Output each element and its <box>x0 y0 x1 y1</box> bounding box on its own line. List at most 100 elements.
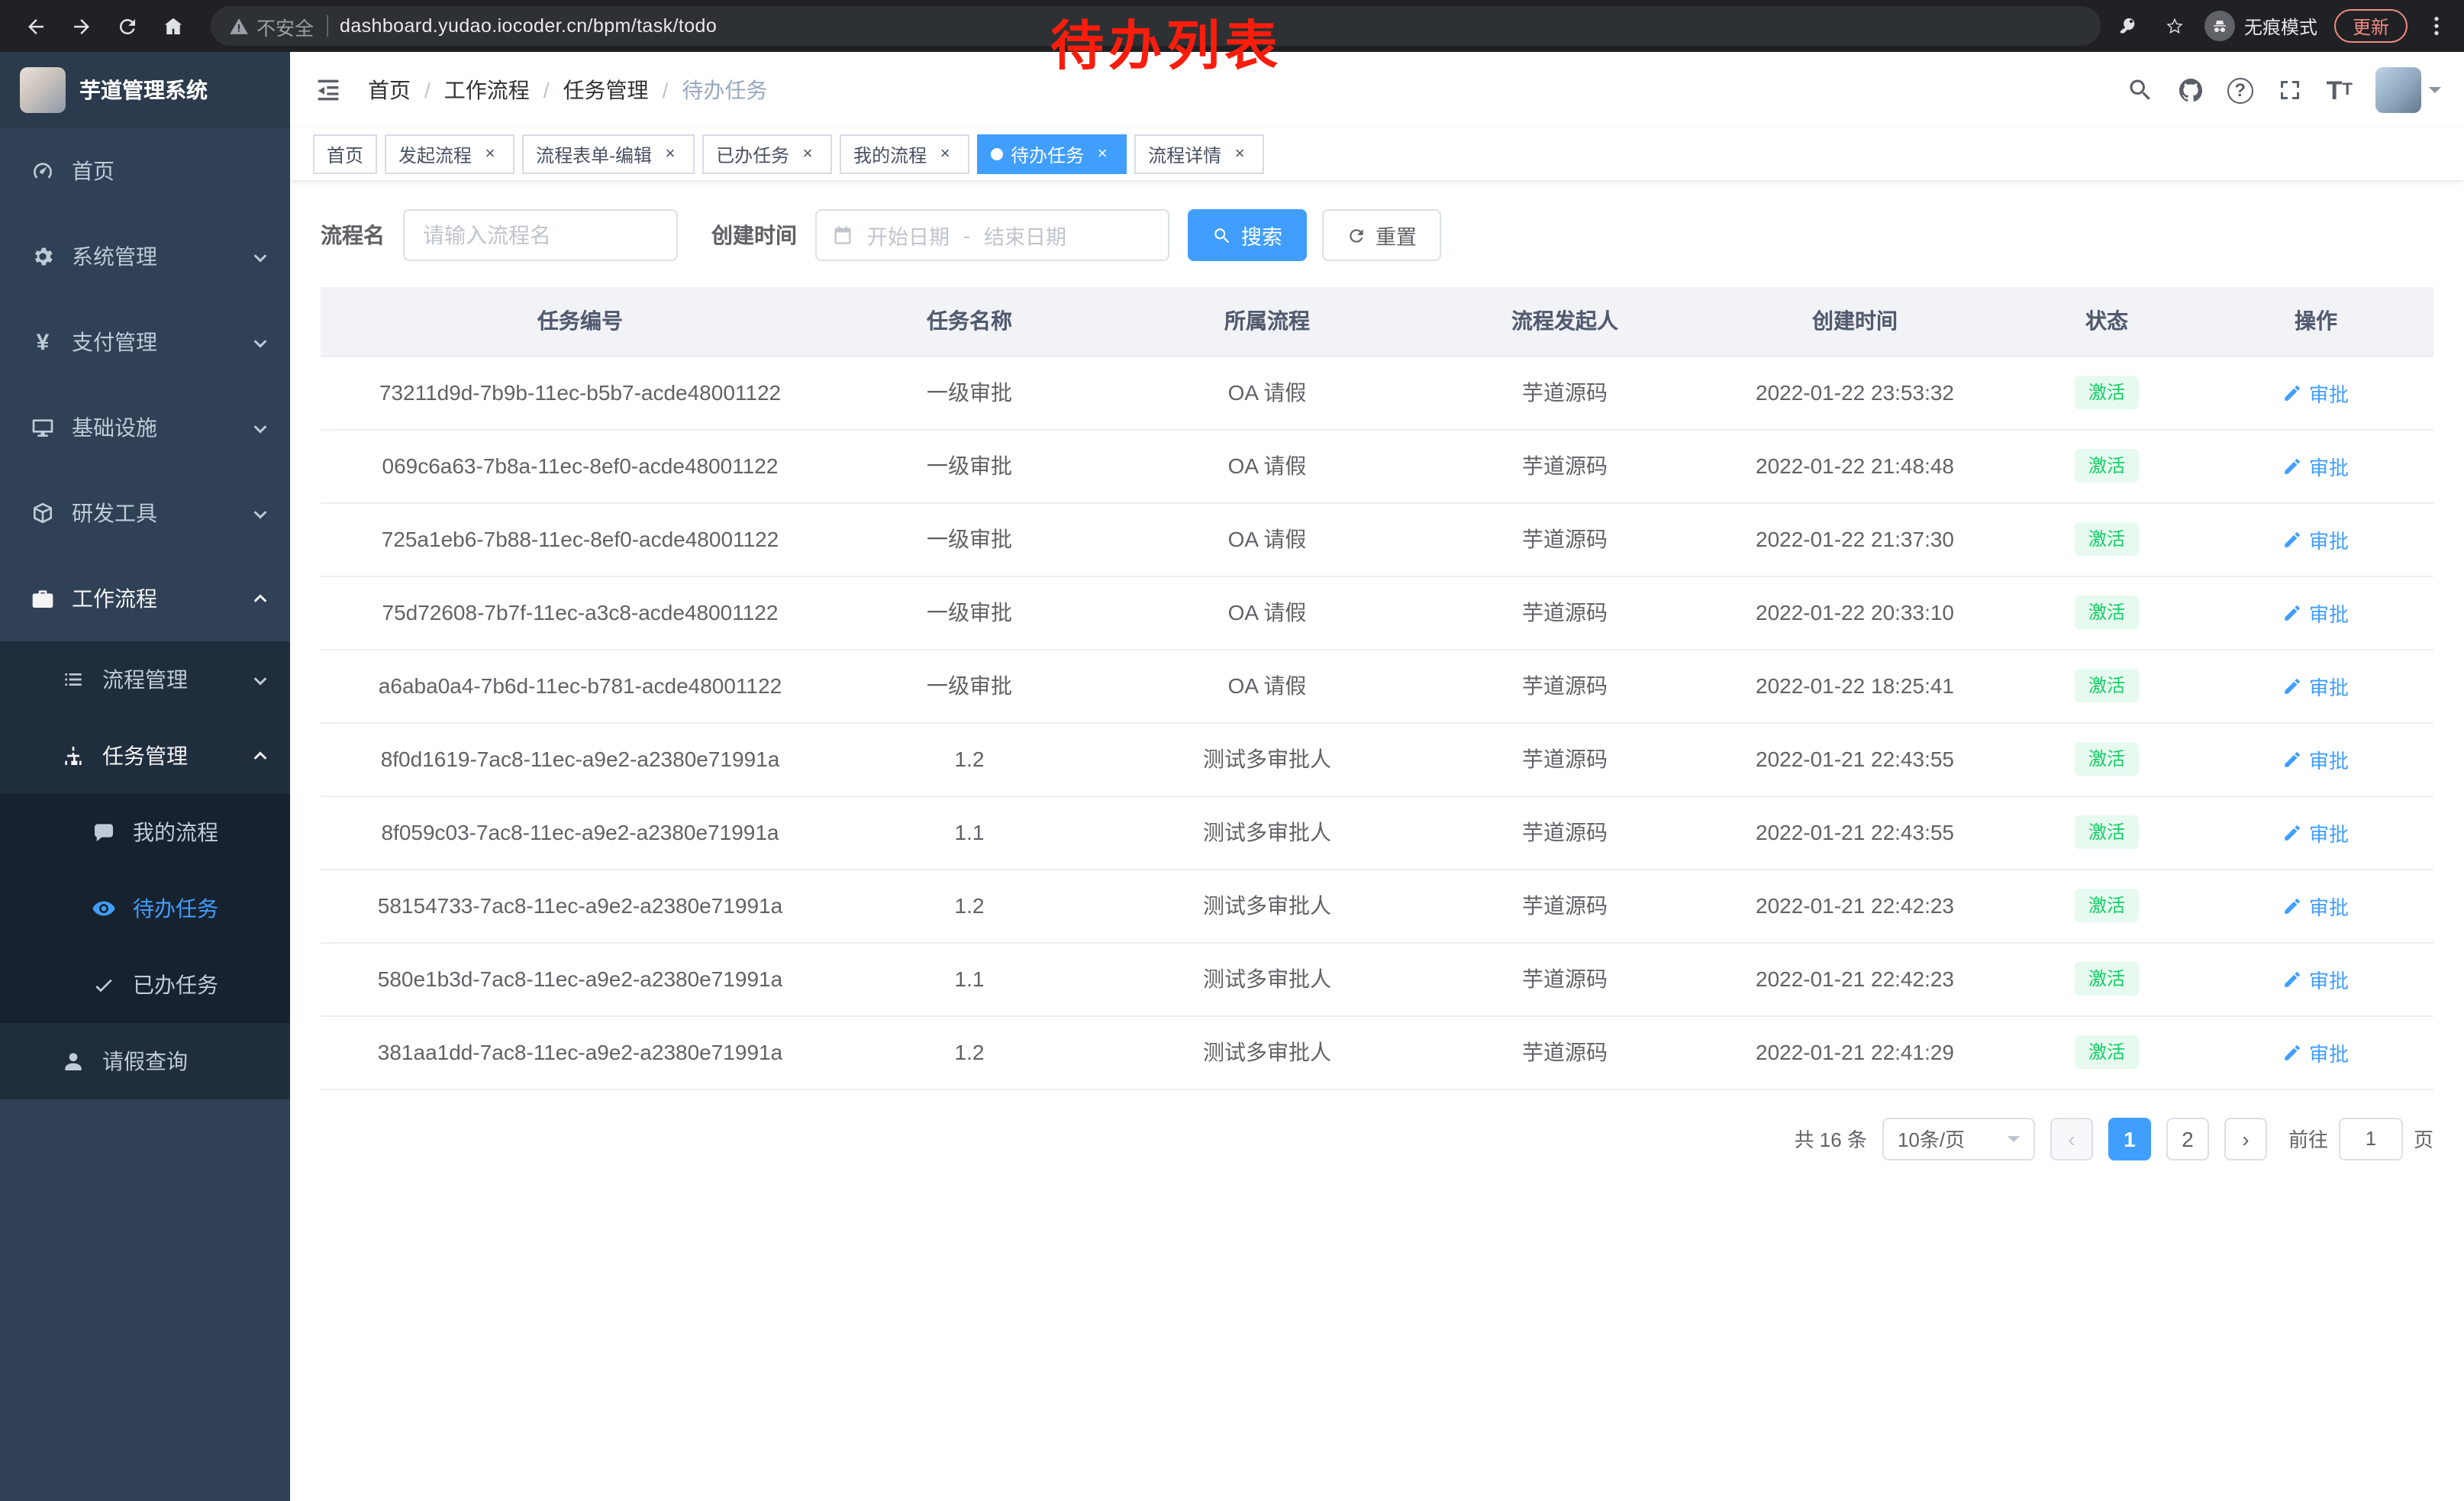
tab-done-tasks[interactable]: 已办任务 × <box>702 134 832 174</box>
sidebar-item-infrastructure[interactable]: 基础设施 <box>0 385 290 470</box>
sidebar-item-done-tasks[interactable]: 已办任务 <box>0 947 290 1023</box>
sidebar-item-label: 待办任务 <box>133 893 218 924</box>
cell-task-id: 069c6a63-7b8a-11ec-8ef0-acde48001122 <box>321 429 840 502</box>
status-badge: 激活 <box>2075 815 2139 849</box>
briefcase-icon <box>31 586 55 611</box>
avatar <box>2375 67 2421 113</box>
search-icon[interactable] <box>2127 76 2154 104</box>
process-name-label: 流程名 <box>321 220 385 250</box>
sidebar-item-devtools[interactable]: 研发工具 <box>0 470 290 556</box>
chevron-down-icon <box>252 248 269 265</box>
bookmark-star-icon[interactable] <box>2162 13 2188 39</box>
approve-button[interactable]: 审批 <box>2283 891 2349 920</box>
fullscreen-icon[interactable] <box>2276 76 2304 104</box>
page-button-2[interactable]: 2 <box>2166 1117 2209 1160</box>
col-initiator: 流程发起人 <box>1435 287 1695 356</box>
close-icon[interactable]: × <box>479 144 501 165</box>
forward-button[interactable] <box>61 6 101 46</box>
chevron-up-icon <box>252 747 269 764</box>
prev-page-button[interactable]: ‹ <box>2050 1117 2093 1160</box>
cell-process: OA 请假 <box>1099 576 1435 649</box>
approve-button[interactable]: 审批 <box>2283 818 2349 847</box>
sidebar-item-task-mgmt[interactable]: 任务管理 <box>0 718 290 794</box>
sidebar-item-payment[interactable]: ¥ 支付管理 <box>0 299 290 385</box>
cell-status: 激活 <box>2015 649 2198 722</box>
sidebar-item-my-process[interactable]: 我的流程 <box>0 794 290 870</box>
sidebar-collapse-button[interactable] <box>313 75 343 105</box>
approve-button[interactable]: 审批 <box>2283 525 2349 554</box>
sidebar-item-process-mgmt[interactable]: 流程管理 <box>0 641 290 718</box>
cell-task-id: 725a1eb6-7b88-11ec-8ef0-acde48001122 <box>321 502 840 576</box>
process-name-input[interactable] <box>403 209 678 261</box>
back-button[interactable] <box>15 6 55 46</box>
address-bar[interactable]: 不安全 dashboard.yudao.iocoder.cn/bpm/task/… <box>211 6 2101 46</box>
table-row: 75d72608-7b7f-11ec-a3c8-acde48001122 一级审… <box>321 576 2433 649</box>
approve-button[interactable]: 审批 <box>2283 1038 2349 1067</box>
tab-home[interactable]: 首页 <box>313 134 377 174</box>
monitor-icon <box>31 415 55 440</box>
update-button[interactable]: 更新 <box>2334 9 2408 43</box>
total-count: 共 16 条 <box>1795 1124 1867 1153</box>
page-button-1[interactable]: 1 <box>2108 1117 2151 1160</box>
col-created: 创建时间 <box>1695 287 2015 356</box>
close-icon[interactable]: × <box>1229 144 1250 165</box>
goto-page-input[interactable] <box>2339 1117 2403 1160</box>
key-icon[interactable] <box>2119 13 2145 39</box>
approve-button[interactable]: 审批 <box>2283 451 2349 480</box>
approve-button[interactable]: 审批 <box>2283 964 2349 993</box>
home-button[interactable] <box>153 6 192 46</box>
help-icon[interactable]: ? <box>2227 77 2253 103</box>
status-badge: 激活 <box>2075 669 2139 702</box>
reload-button[interactable] <box>107 6 147 46</box>
page-size-select[interactable]: 10条/页 <box>1882 1117 2035 1160</box>
cell-actions: 审批 <box>2198 576 2433 649</box>
sidebar-item-home[interactable]: 首页 <box>0 128 290 214</box>
sidebar-item-leave-query[interactable]: 请假查询 <box>0 1023 290 1099</box>
tab-start-process[interactable]: 发起流程 × <box>385 134 514 174</box>
app-logo-row[interactable]: 芋道管理系统 <box>0 52 290 128</box>
font-size-icon[interactable]: TT <box>2327 77 2353 103</box>
sidebar-item-workflow[interactable]: 工作流程 <box>0 556 290 641</box>
cell-status: 激活 <box>2015 1015 2198 1089</box>
col-actions: 操作 <box>2198 287 2433 356</box>
edit-icon <box>2283 1042 2303 1062</box>
todo-task-table: 任务编号 任务名称 所属流程 流程发起人 创建时间 状态 操作 73211d9d… <box>321 287 2433 1089</box>
close-icon[interactable]: × <box>797 144 818 165</box>
approve-button[interactable]: 审批 <box>2283 378 2349 407</box>
breadcrumb-task-mgmt[interactable]: 任务管理 <box>563 75 649 105</box>
close-icon[interactable]: × <box>1092 144 1113 165</box>
chevron-down-icon <box>252 505 269 521</box>
tab-todo-tasks[interactable]: 待办任务 × <box>977 134 1127 174</box>
approve-button[interactable]: 审批 <box>2283 671 2349 700</box>
approve-label: 审批 <box>2309 891 2349 920</box>
cell-process: OA 请假 <box>1099 356 1435 429</box>
search-button[interactable]: 搜索 <box>1188 209 1307 261</box>
close-icon[interactable]: × <box>660 144 681 165</box>
cell-initiator: 芋道源码 <box>1435 502 1695 576</box>
tab-my-process[interactable]: 我的流程 × <box>840 134 969 174</box>
cell-actions: 审批 <box>2198 356 2433 429</box>
status-badge: 激活 <box>2075 889 2139 922</box>
user-menu[interactable] <box>2375 67 2441 113</box>
sidebar-item-system[interactable]: 系统管理 <box>0 214 290 299</box>
cell-task-name: 一级审批 <box>840 429 1099 502</box>
next-page-button[interactable]: › <box>2224 1117 2267 1160</box>
security-status[interactable]: 不安全 <box>229 11 314 40</box>
breadcrumb-separator: / <box>424 78 431 102</box>
tab-process-detail[interactable]: 流程详情 × <box>1134 134 1264 174</box>
sidebar-item-todo-tasks[interactable]: 待办任务 <box>0 870 290 947</box>
cell-task-id: 381aa1dd-7ac8-11ec-a9e2-a2380e71991a <box>321 1015 840 1089</box>
breadcrumb-workflow[interactable]: 工作流程 <box>444 75 530 105</box>
cell-initiator: 芋道源码 <box>1435 576 1695 649</box>
tab-process-form-edit[interactable]: 流程表单-编辑 × <box>522 134 695 174</box>
reset-button[interactable]: 重置 <box>1322 209 1441 261</box>
close-icon[interactable]: × <box>934 144 956 165</box>
sidebar-item-label: 基础设施 <box>72 412 157 443</box>
breadcrumb-home[interactable]: 首页 <box>368 75 411 105</box>
approve-button[interactable]: 审批 <box>2283 744 2349 773</box>
chrome-menu-icon[interactable] <box>2424 14 2449 38</box>
date-range-picker[interactable]: 开始日期 - 结束日期 <box>815 209 1169 261</box>
approve-label: 审批 <box>2309 1038 2349 1067</box>
approve-button[interactable]: 审批 <box>2283 598 2349 627</box>
github-icon[interactable] <box>2177 76 2204 104</box>
